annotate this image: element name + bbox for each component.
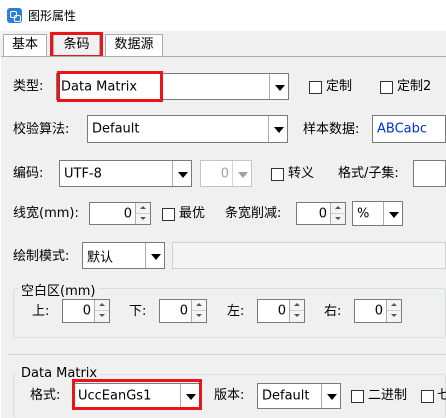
window-title: 图形属性 xyxy=(28,9,77,23)
line-width-spinner[interactable]: 0 xyxy=(89,202,151,225)
quiet-top-spinner[interactable]: 0 xyxy=(62,299,110,323)
extra-label: 七 xyxy=(437,388,446,403)
spin-up-icon[interactable] xyxy=(290,300,304,311)
binary-checkbox[interactable] xyxy=(351,390,364,403)
spin-up-icon[interactable] xyxy=(192,300,206,311)
custom-label: 定制 xyxy=(326,79,353,94)
bar-reduce-unit-dropdown[interactable]: % xyxy=(352,201,403,226)
spin-down-icon[interactable] xyxy=(95,311,109,322)
custom2-checkbox[interactable] xyxy=(380,81,393,94)
quiet-right-spinner[interactable]: 0 xyxy=(354,299,402,323)
encoding-mode-dropdown: 0 xyxy=(200,160,252,187)
check-algorithm-dropdown[interactable]: Default xyxy=(87,115,288,143)
quiet-left-label: 左: xyxy=(227,304,245,319)
quiet-top-label: 上: xyxy=(32,304,50,319)
format-subset-label: 格式/子集: xyxy=(338,166,399,181)
quiet-left-value: 0 xyxy=(277,303,286,319)
quiet-right-value: 0 xyxy=(374,303,383,319)
spin-up-icon[interactable] xyxy=(387,300,401,311)
quiet-zone-title: 空白区(mm) xyxy=(18,280,99,299)
format-label: 格式: xyxy=(30,388,61,403)
bar-reduce-label: 条宽削减: xyxy=(225,206,282,221)
line-width-label: 线宽(mm): xyxy=(13,206,79,221)
version-value: Default xyxy=(262,388,310,404)
check-algorithm-value: Default xyxy=(92,121,140,137)
barcode-panel xyxy=(1,56,446,418)
custom2-label: 定制2 xyxy=(397,79,432,94)
tab-basic[interactable]: 基本 xyxy=(3,34,47,56)
encoding-value: UTF-8 xyxy=(64,166,102,181)
divider xyxy=(8,354,446,355)
spin-up-icon[interactable] xyxy=(331,203,345,214)
chevron-down-icon xyxy=(232,161,251,186)
draw-mode-extra-field xyxy=(172,242,446,269)
chevron-down-icon[interactable] xyxy=(172,161,191,186)
quiet-bottom-spinner[interactable]: 0 xyxy=(159,299,207,323)
sample-data-label: 样本数据: xyxy=(303,122,360,137)
app-icon xyxy=(7,8,22,23)
bar-reduce-value: 0 xyxy=(318,206,327,221)
spin-down-icon[interactable] xyxy=(387,311,401,322)
escape-label: 转义 xyxy=(288,166,315,181)
sample-data-value: ABCabc xyxy=(377,121,428,137)
bar-reduce-spinner[interactable]: 0 xyxy=(296,202,346,225)
version-dropdown[interactable]: Default xyxy=(257,383,341,409)
type-label: 类型: xyxy=(13,79,44,94)
draw-mode-label: 绘制模式: xyxy=(13,249,70,264)
quiet-right-label: 右: xyxy=(324,304,342,319)
spin-down-icon[interactable] xyxy=(136,213,150,224)
check-algorithm-label: 校验算法: xyxy=(13,122,70,137)
binary-label: 二进制 xyxy=(368,388,408,403)
optimal-label: 最优 xyxy=(179,206,206,221)
spin-up-icon[interactable] xyxy=(136,203,150,214)
quiet-bottom-label: 下: xyxy=(129,304,147,319)
quiet-bottom-value: 0 xyxy=(179,303,188,319)
spin-down-icon[interactable] xyxy=(290,311,304,322)
version-label: 版本: xyxy=(214,388,245,403)
line-width-value: 0 xyxy=(123,206,132,221)
encoding-mode-value: 0 xyxy=(220,166,229,181)
sample-data-field[interactable]: ABCabc xyxy=(372,115,446,143)
bar-reduce-unit-value: % xyxy=(357,206,370,221)
format-subset-field[interactable] xyxy=(413,160,446,187)
quiet-top-value: 0 xyxy=(82,303,91,319)
draw-mode-dropdown[interactable]: 默认 xyxy=(82,242,165,269)
spin-down-icon[interactable] xyxy=(331,213,345,224)
custom-checkbox[interactable] xyxy=(309,81,322,94)
chevron-down-icon[interactable] xyxy=(145,243,164,268)
chevron-down-icon[interactable] xyxy=(321,384,340,408)
chevron-down-icon[interactable] xyxy=(268,116,287,142)
chevron-down-icon[interactable] xyxy=(269,74,288,99)
format-highlight xyxy=(72,379,202,410)
spin-up-icon[interactable] xyxy=(95,300,109,311)
escape-checkbox[interactable] xyxy=(271,168,284,181)
tab-datasource[interactable]: 数据源 xyxy=(105,34,163,56)
draw-mode-value: 默认 xyxy=(87,250,114,265)
spin-down-icon[interactable] xyxy=(192,311,206,322)
chevron-down-icon[interactable] xyxy=(383,202,402,225)
optimal-checkbox[interactable] xyxy=(162,208,175,221)
encoding-dropdown[interactable]: UTF-8 xyxy=(59,160,192,187)
encoding-label: 编码: xyxy=(13,166,44,181)
tab-barcode-highlight xyxy=(50,32,103,58)
quiet-left-spinner[interactable]: 0 xyxy=(257,299,305,323)
type-highlight xyxy=(57,71,163,102)
extra-checkbox[interactable] xyxy=(421,390,434,403)
